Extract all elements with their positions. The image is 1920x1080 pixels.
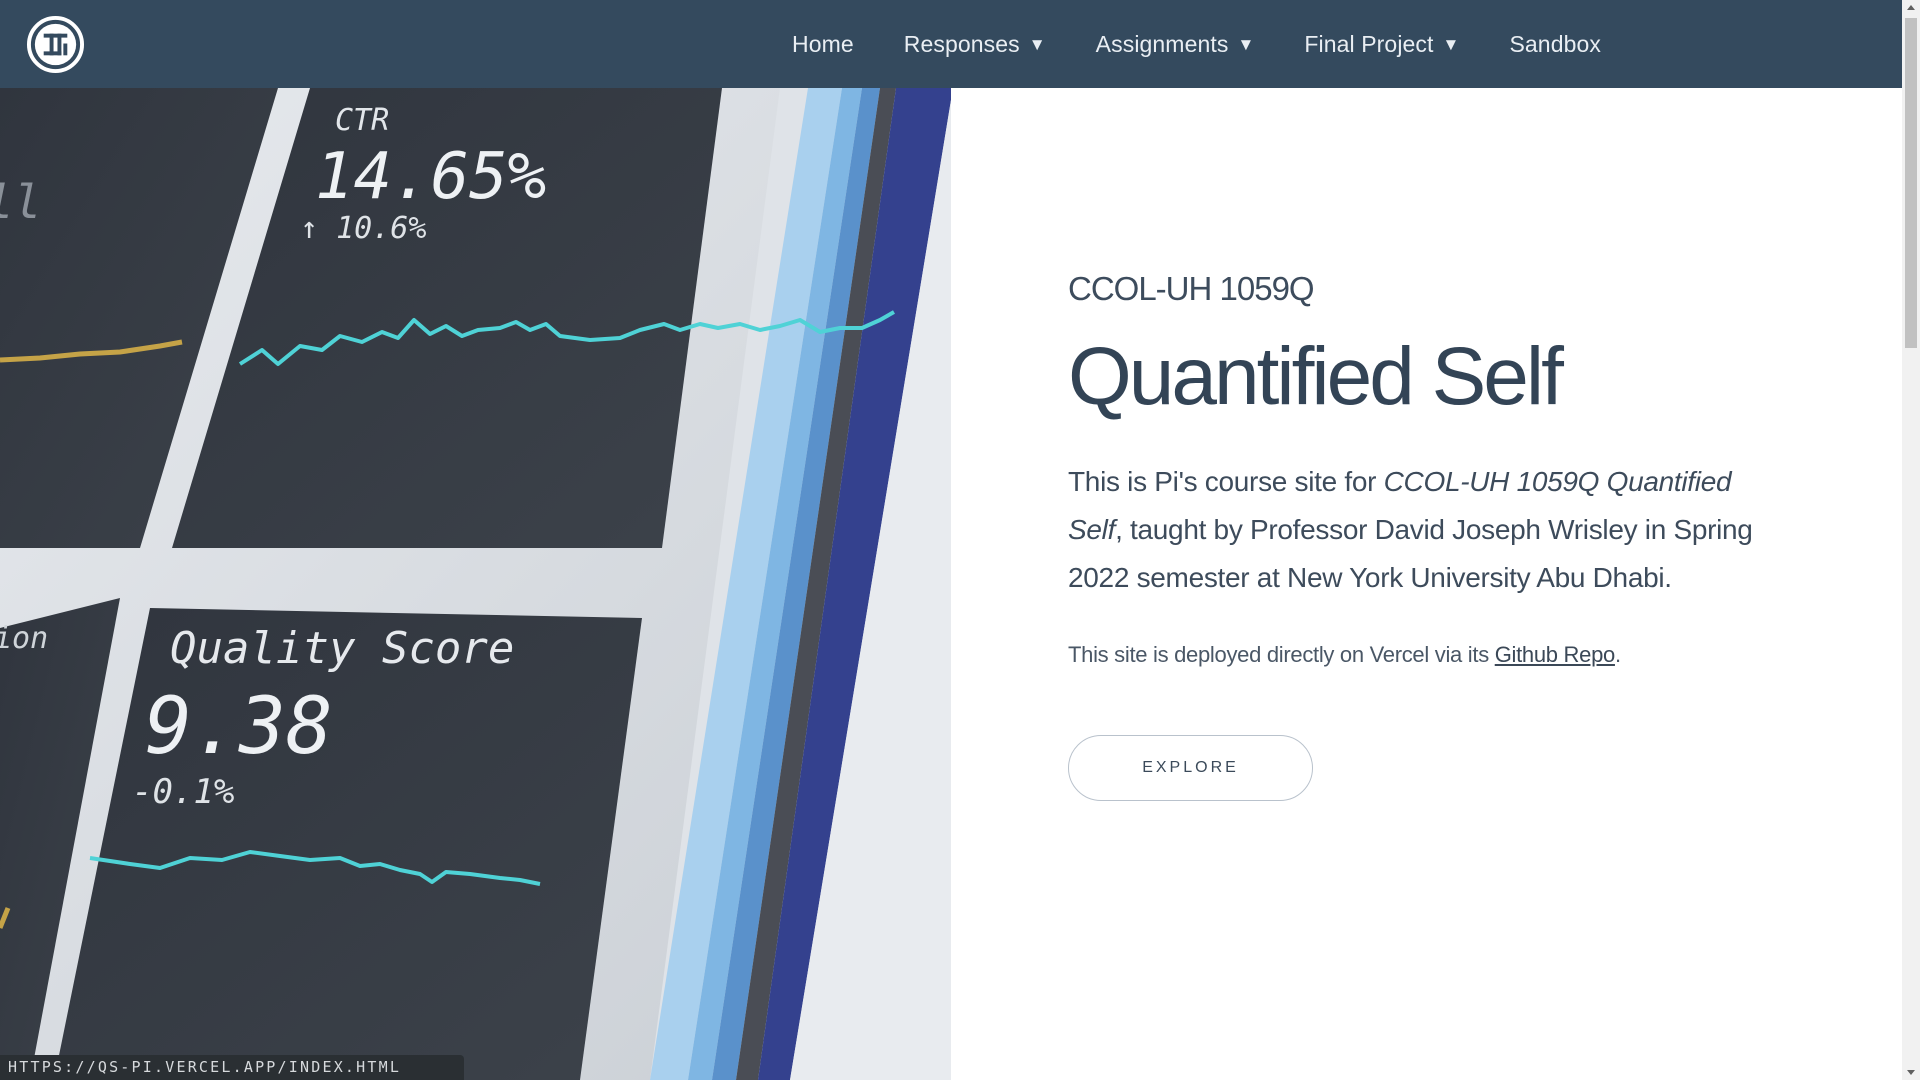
course-description: This is Pi's course site for CCOL-UH 105… xyxy=(1068,458,1768,602)
link-status-bar: HTTPS://QS-PI.VERCEL.APP/INDEX.HTML xyxy=(0,1055,464,1080)
desc-text-2: , taught by Professor David Joseph Wrisl… xyxy=(1068,514,1753,593)
deploy-text: This site is deployed directly on Vercel… xyxy=(1068,642,1495,667)
ctr-value: 14.65% xyxy=(315,140,546,214)
nav-final-project-dropdown[interactable]: Final Project ▼ xyxy=(1304,31,1459,58)
nav-responses-dropdown[interactable]: Responses ▼ xyxy=(904,31,1046,58)
dashboard-photo: ll CTR 14.65% ↑ 10.6% ion Quality Score … xyxy=(0,88,951,1080)
ctr-label: CTR xyxy=(335,103,389,138)
intro-section: CCOL-UH 1059Q Quantified Self This is Pi… xyxy=(1068,270,1768,801)
explore-button[interactable]: EXPLORE xyxy=(1068,735,1313,801)
page: Home Responses ▼ Assignments ▼ Final Pro… xyxy=(0,0,1920,1080)
nav-responses-label: Responses xyxy=(903,30,1020,57)
course-code: CCOL-UH 1059Q xyxy=(1068,270,1315,307)
scroll-thumb[interactable] xyxy=(1905,18,1917,348)
nav-assignments-label: Assignments xyxy=(1095,30,1229,57)
nav-home[interactable]: Home xyxy=(792,31,854,58)
quality-score-value: 9.38 xyxy=(145,682,333,772)
github-repo-link[interactable]: Github Repo xyxy=(1495,642,1616,667)
partial-top-left-text: ll xyxy=(0,175,41,229)
caret-down-icon: ▼ xyxy=(1237,35,1255,54)
scroll-up-arrow-icon[interactable] xyxy=(1902,0,1920,16)
site-logo[interactable] xyxy=(26,15,85,74)
nav-home-label: Home xyxy=(792,30,854,57)
deploy-end: . xyxy=(1614,642,1621,667)
vertical-scrollbar[interactable] xyxy=(1902,0,1920,1080)
nav-sandbox-label: Sandbox xyxy=(1509,30,1601,57)
deploy-note: This site is deployed directly on Vercel… xyxy=(1068,642,1768,668)
hero-image: ll CTR 14.65% ↑ 10.6% ion Quality Score … xyxy=(0,88,951,1080)
ctr-change: ↑ 10.6% xyxy=(300,211,426,246)
nav-final-project-label: Final Project xyxy=(1304,30,1434,57)
quality-score-change: -0.1% xyxy=(132,772,234,812)
caret-down-icon: ▼ xyxy=(1442,35,1460,54)
partial-left-text: ion xyxy=(0,621,48,656)
quality-score-label: Quality Score xyxy=(170,623,514,674)
scroll-down-arrow-icon[interactable] xyxy=(1902,1064,1920,1080)
page-title: Quantified Self xyxy=(1068,331,1564,422)
main-nav: Home Responses ▼ Assignments ▼ Final Pro… xyxy=(792,0,1601,88)
nav-assignments-dropdown[interactable]: Assignments ▼ xyxy=(1096,31,1255,58)
top-nav-bar: Home Responses ▼ Assignments ▼ Final Pro… xyxy=(0,0,1902,88)
desc-text-1: This is Pi's course site for xyxy=(1068,466,1384,497)
nav-sandbox[interactable]: Sandbox xyxy=(1509,31,1601,58)
caret-down-icon: ▼ xyxy=(1028,35,1046,54)
